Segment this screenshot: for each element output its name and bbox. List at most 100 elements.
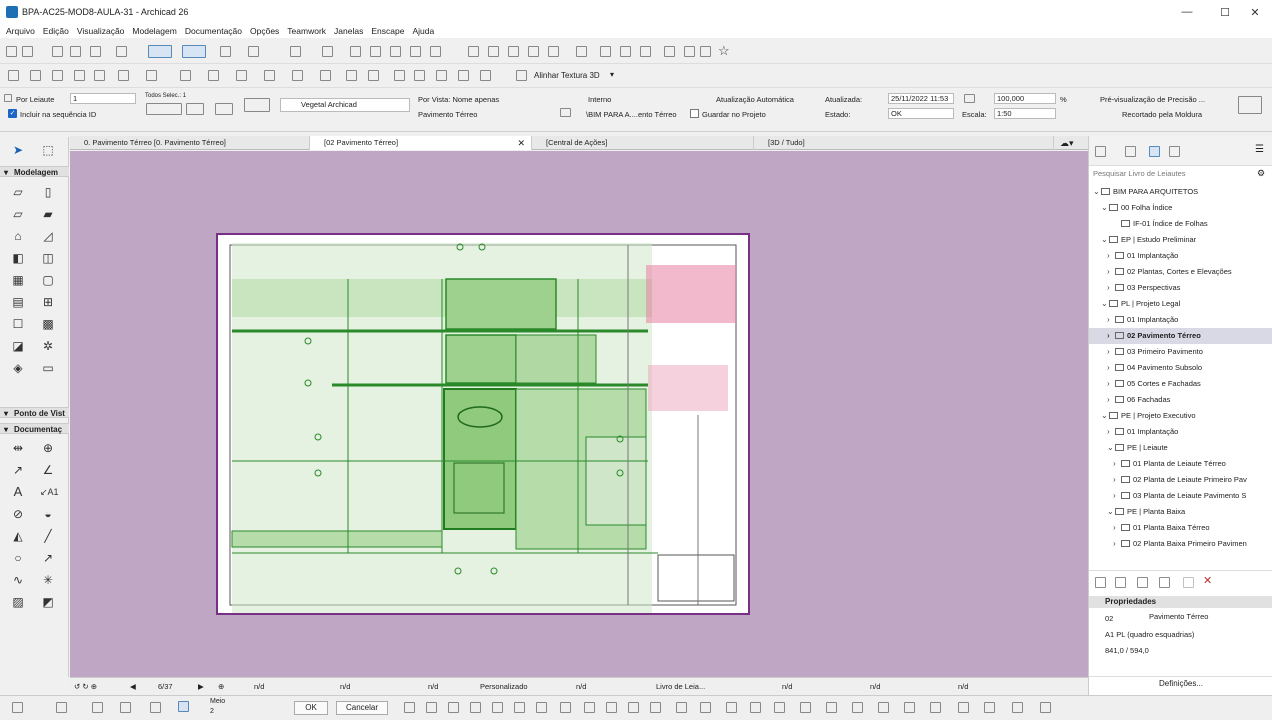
skylight-tool-icon[interactable]: ▢	[40, 273, 56, 287]
chevron-icon[interactable]: ›	[1107, 392, 1115, 408]
adjust-icon[interactable]	[488, 46, 499, 57]
arrow-tool-icon[interactable]: ➤	[10, 143, 26, 157]
layer-field[interactable]: Vegetal Archicad	[280, 98, 410, 112]
star-icon[interactable]: ☆	[718, 43, 730, 59]
edit-op-17-icon[interactable]	[774, 702, 785, 713]
image-icon[interactable]	[700, 46, 711, 57]
label-tool-icon[interactable]: ↙A1	[40, 485, 59, 499]
magic-wand-icon[interactable]	[92, 702, 103, 713]
zoom-field[interactable]: 100,000	[994, 93, 1056, 104]
intersect-icon[interactable]	[508, 46, 519, 57]
elevation-tool-icon[interactable]: ◒	[40, 507, 56, 521]
section-tool-icon[interactable]: ⊘	[10, 507, 26, 521]
edit-op-21-icon[interactable]	[878, 702, 889, 713]
custom-dropdown[interactable]: Personalizado	[480, 681, 528, 693]
morph-tool-icon[interactable]: ◈	[10, 361, 26, 375]
edit-op-8-icon[interactable]	[560, 702, 571, 713]
group-icon[interactable]	[350, 46, 361, 57]
marquee-tool-icon[interactable]: ⬚	[40, 143, 56, 157]
tab-3d-tudo[interactable]: [3D / Tudo]	[754, 136, 1054, 150]
tab-pavimento-terreo-floorplan[interactable]: 0. Pavimento Térreo [0. Pavimento Térreo…	[70, 136, 310, 150]
zoom-icon[interactable]: ⊕	[218, 681, 224, 693]
chevron-icon[interactable]: ⌄	[1107, 504, 1115, 520]
tree-item[interactable]: ⌄ PE | Projeto Executivo	[1089, 408, 1272, 424]
by-layout-label[interactable]: Por Leiaute	[16, 95, 54, 104]
move-icon[interactable]	[8, 70, 19, 81]
box-3d-icon[interactable]	[414, 70, 425, 81]
chevron-icon[interactable]: ›	[1107, 280, 1115, 296]
menu-edicao[interactable]: Edição	[43, 26, 69, 36]
resize-icon[interactable]	[94, 70, 105, 81]
properties-header[interactable]: Propriedades	[1089, 596, 1272, 608]
edit-op-19-icon[interactable]	[826, 702, 837, 713]
pick-up-icon[interactable]	[52, 46, 63, 57]
edit-op-23-icon[interactable]	[930, 702, 941, 713]
show-icon[interactable]	[410, 46, 421, 57]
edit-op-14-icon[interactable]	[700, 702, 711, 713]
radial-dimension-tool-icon[interactable]: ↗	[10, 463, 26, 477]
ok-button[interactable]: OK	[294, 701, 328, 715]
edit-op-4-icon[interactable]	[470, 702, 481, 713]
publisher-sets-icon[interactable]	[1169, 146, 1180, 157]
include-id-checkbox[interactable]: ✓	[8, 109, 17, 118]
edit-op-18-icon[interactable]	[800, 702, 811, 713]
view-map-icon[interactable]	[1125, 146, 1136, 157]
chevron-icon[interactable]: ›	[1107, 312, 1115, 328]
pen-status[interactable]: n/d	[428, 681, 438, 693]
layout-canvas[interactable]	[70, 151, 1088, 677]
flag-icon[interactable]	[600, 46, 611, 57]
guide-icon[interactable]	[178, 701, 189, 712]
section-documentacao[interactable]: Documentaç	[0, 423, 69, 435]
navigator-search-input[interactable]: Pesquisar Livro de Leiautes	[1091, 167, 1255, 181]
scale-status[interactable]: n/d	[782, 681, 792, 693]
selection-settings-icon[interactable]	[146, 103, 182, 115]
module-icon[interactable]	[320, 70, 331, 81]
project-map-icon[interactable]	[1095, 146, 1106, 157]
delete-icon[interactable]: ✕	[1203, 574, 1212, 587]
edit-op-7-icon[interactable]	[536, 702, 547, 713]
eyedropper-icon[interactable]	[90, 46, 101, 57]
prev-page-icon[interactable]: ◀	[130, 681, 136, 693]
layout-book-dropdown[interactable]: Livro de Leia...	[656, 681, 705, 693]
select-arrow-icon[interactable]	[186, 103, 204, 115]
layout-book-icon[interactable]	[1149, 146, 1160, 157]
view-options-icon[interactable]: ☁▾	[1060, 138, 1074, 149]
chevron-icon[interactable]: ›	[1113, 456, 1121, 472]
fillet-icon[interactable]	[528, 46, 539, 57]
chevron-icon[interactable]: ›	[1107, 344, 1115, 360]
fill-tool-icon[interactable]: ◭	[10, 529, 26, 543]
hotlink-icon[interactable]	[292, 70, 303, 81]
cube-icon[interactable]	[394, 70, 405, 81]
cursor-icon[interactable]	[56, 702, 67, 713]
settings-dialog-icon[interactable]	[215, 103, 233, 115]
menu-modelagem[interactable]: Modelagem	[132, 26, 176, 36]
layer-combo-status[interactable]: n/d	[576, 681, 586, 693]
edit-op-16-icon[interactable]	[750, 702, 761, 713]
edit-op-10-icon[interactable]	[606, 702, 617, 713]
clone-icon[interactable]	[1183, 577, 1194, 588]
tree-item[interactable]: IF-01 Índice de Folhas	[1089, 216, 1272, 232]
render-icon[interactable]	[368, 70, 379, 81]
pen-set-icon[interactable]	[244, 98, 270, 112]
elevate-icon[interactable]	[74, 70, 85, 81]
split-wall-icon[interactable]	[180, 70, 191, 81]
cropped-by-frame-dropdown[interactable]: Recortado pela Moldura	[1122, 110, 1202, 119]
slab-tool-icon[interactable]: ▰	[40, 207, 56, 221]
layout-settings-icon[interactable]	[1159, 577, 1170, 588]
stair-tool-icon[interactable]: ▤	[10, 295, 26, 309]
dimension-tool-icon[interactable]: ⇹	[10, 441, 26, 455]
rotate-icon[interactable]	[30, 70, 41, 81]
master-layout[interactable]: A1 PL (quadro esquadrias)	[1105, 630, 1194, 639]
tab-central-de-acoes[interactable]: [Central de Ações]	[532, 136, 754, 150]
undo-zoom-icon[interactable]: ↺ ↻ ⊕	[74, 681, 97, 693]
window-tool-icon[interactable]: ◫	[40, 251, 56, 265]
menu-documentacao[interactable]: Documentação	[185, 26, 242, 36]
section-modelagem[interactable]: Modelagem	[0, 166, 69, 178]
offset-icon[interactable]	[548, 46, 559, 57]
chevron-icon[interactable]: ⌄	[1101, 232, 1109, 248]
chevron-icon[interactable]: ›	[1113, 488, 1121, 504]
structure-status[interactable]: n/d	[870, 681, 880, 693]
tree-item[interactable]: › 01 Planta Baixa Térreo	[1089, 520, 1272, 536]
drawing-tool-icon[interactable]: ◩	[40, 595, 56, 609]
gear-icon[interactable]: ⚙	[1257, 168, 1265, 179]
